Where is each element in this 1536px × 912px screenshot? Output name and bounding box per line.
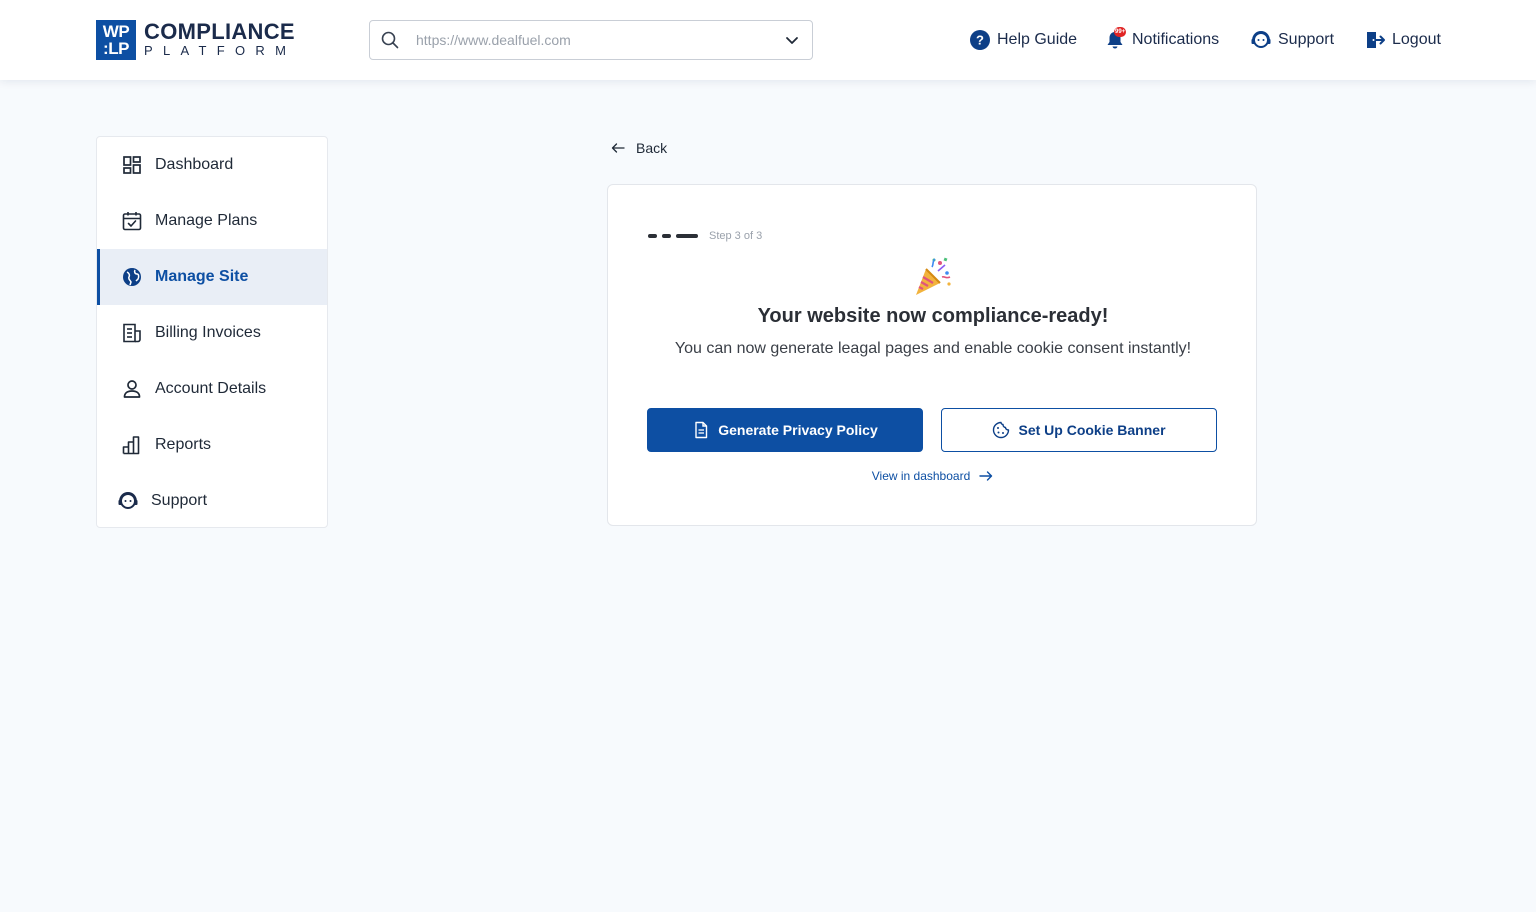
back-label: Back <box>636 140 668 156</box>
generate-privacy-policy-button[interactable]: Generate Privacy Policy <box>647 408 923 452</box>
step-indicator: Step 3 of 3 <box>648 230 762 242</box>
arrow-left-icon <box>611 143 625 153</box>
party-popper-icon <box>916 257 951 295</box>
view-in-dashboard-link[interactable]: View in dashboard <box>608 468 1258 484</box>
view-in-dashboard-label: View in dashboard <box>871 469 971 483</box>
notifications-badge: 99+ <box>1114 27 1127 37</box>
generate-privacy-policy-label: Generate Privacy Policy <box>718 422 878 438</box>
sidebar-item-label: Billing Invoices <box>155 324 261 341</box>
logo-title: COMPLIANCE <box>144 19 295 44</box>
setup-cookie-banner-button[interactable]: Set Up Cookie Banner <box>941 408 1217 452</box>
logout-label: Logout <box>1392 31 1441 48</box>
notifications-link[interactable]: 99+ Notifications <box>1104 27 1220 52</box>
sidebar-item-label: Reports <box>155 436 212 453</box>
back-link[interactable]: Back <box>610 138 667 158</box>
sidebar-item-dashboard[interactable]: Dashboard <box>97 137 327 193</box>
sidebar-item-support[interactable]: Support <box>97 473 327 527</box>
step-dash-3 <box>676 234 698 238</box>
sidebar-item-manage-plans[interactable]: Manage Plans <box>97 193 327 249</box>
completion-card: Step 3 of 3 Your website now compliance-… <box>607 184 1257 526</box>
invoice-icon <box>123 323 141 343</box>
step-label: Step 3 of 3 <box>709 230 763 242</box>
arrow-right-icon <box>979 471 993 481</box>
sidebar-item-manage-site[interactable]: Manage Site <box>97 249 327 305</box>
logo-mark: WP :LP <box>96 20 136 60</box>
notifications-label: Notifications <box>1132 31 1220 48</box>
search-icon <box>381 31 399 49</box>
logo-text: COMPLIANCE PLATFORM <box>144 21 296 59</box>
logo-subtitle: PLATFORM <box>144 43 297 58</box>
brand-logo[interactable]: WP :LP COMPLIANCE PLATFORM <box>96 20 296 60</box>
bar-chart-icon <box>122 436 140 455</box>
card-subtitle: You can now generate leagal pages and en… <box>674 340 1192 357</box>
globe-icon <box>123 268 141 286</box>
chevron-down-icon[interactable] <box>784 32 800 48</box>
logout-link[interactable]: Logout <box>1364 28 1441 52</box>
svg-text:?: ? <box>976 33 984 48</box>
help-guide-link[interactable]: ? Help Guide <box>969 28 1077 52</box>
sidebar-item-label: Account Details <box>155 380 267 397</box>
help-circle-icon: ? <box>970 30 990 50</box>
search-input[interactable] <box>416 29 776 51</box>
support-agent-icon <box>1251 30 1271 48</box>
calendar-check-icon <box>122 212 142 231</box>
document-icon <box>695 421 708 439</box>
step-dash-2 <box>662 234 671 238</box>
sidebar-item-billing-invoices[interactable]: Billing Invoices <box>97 305 327 361</box>
support-link[interactable]: Support <box>1250 28 1334 52</box>
sidebar-nav: Dashboard Manage Plans Manage Site Billi… <box>96 136 328 528</box>
sidebar-item-label: Support <box>151 492 208 509</box>
card-title: Your website now compliance-ready! <box>757 305 1109 327</box>
sidebar-item-account-details[interactable]: Account Details <box>97 361 327 417</box>
cookie-icon <box>993 421 1010 439</box>
user-icon <box>123 380 141 398</box>
dashboard-icon <box>123 156 141 174</box>
sidebar-item-label: Manage Site <box>155 268 249 285</box>
logo-mark-bottom: :LP <box>103 39 129 58</box>
sidebar-item-label: Manage Plans <box>155 212 258 229</box>
setup-cookie-banner-label: Set Up Cookie Banner <box>1018 422 1166 438</box>
logout-icon <box>1367 32 1385 48</box>
sidebar-item-label: Dashboard <box>155 156 234 173</box>
step-dash-1 <box>648 234 657 238</box>
top-header: WP :LP COMPLIANCE PLATFORM ? Help Guide <box>0 0 1536 80</box>
support-agent-icon <box>118 491 138 509</box>
help-guide-label: Help Guide <box>997 31 1078 48</box>
site-search[interactable] <box>369 20 813 60</box>
support-label: Support <box>1278 31 1335 48</box>
notifications-icon-wrap: 99+ <box>1104 27 1127 51</box>
logo-mark-top: WP <box>102 22 130 41</box>
sidebar-item-reports[interactable]: Reports <box>97 417 327 473</box>
